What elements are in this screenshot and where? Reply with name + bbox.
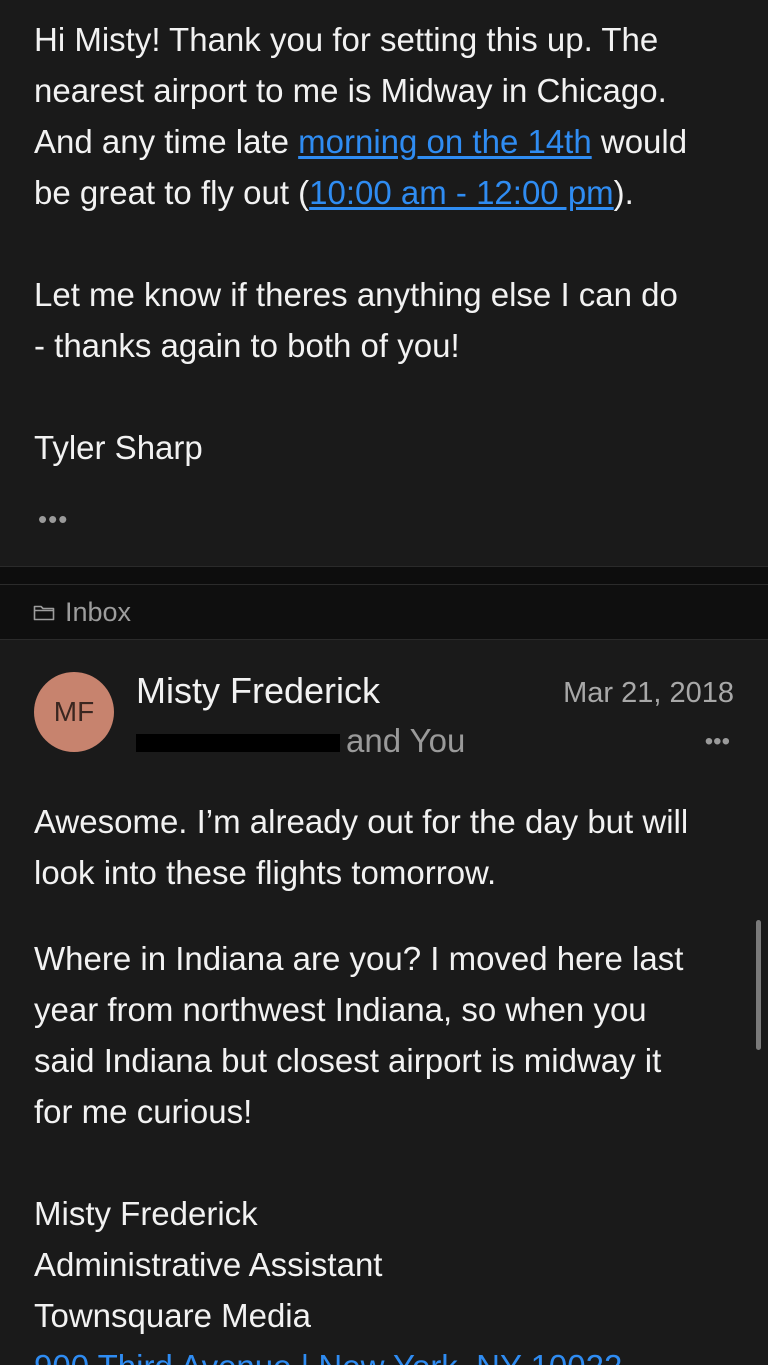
signature-title: Administrative Assistant xyxy=(34,1246,383,1283)
body-line: look into these flights tomorrow. xyxy=(34,854,497,891)
body-text: ). xyxy=(613,174,634,211)
show-quoted-text-button[interactable]: ••• xyxy=(38,506,68,532)
signature: Tyler Sharp xyxy=(34,429,203,466)
message-body: Awesome. I’m already out for the day but… xyxy=(34,796,734,1365)
message-more-options-button[interactable]: ••• xyxy=(705,730,730,754)
message-separator xyxy=(0,566,768,585)
body-line: said Indiana but closest airport is midw… xyxy=(34,1042,662,1079)
body-line: And any time late morning on the 14th wo… xyxy=(34,116,734,167)
signature-name: Misty Frederick xyxy=(34,1195,258,1232)
time-link[interactable]: 10:00 am - 12:00 pm xyxy=(309,174,614,211)
avatar-initials: MF xyxy=(53,696,95,727)
body-line: Awesome. I’m already out for the day but… xyxy=(34,803,689,840)
body-line: for me curious! xyxy=(34,1093,253,1130)
scrollbar[interactable] xyxy=(756,920,761,1050)
recipients-line[interactable]: and You xyxy=(136,722,465,760)
body-text: And any time late xyxy=(34,123,299,160)
email-thread-screen: Hi Misty! Thank you for setting this up.… xyxy=(0,0,768,1365)
redaction-bar xyxy=(136,734,340,753)
body-line: year from northwest Indiana, so when you xyxy=(34,991,647,1028)
body-line: be great to fly out (10:00 am - 12:00 pm… xyxy=(34,167,734,218)
body-text: would xyxy=(591,123,688,160)
body-line: Let me know if theres anything else I ca… xyxy=(34,276,678,313)
previous-message-body: Hi Misty! Thank you for setting this up.… xyxy=(34,14,734,473)
body-line: nearest airport to me is Midway in Chica… xyxy=(34,72,667,109)
address-link[interactable]: 900 Third Avenue | New York, NY 10022 xyxy=(34,1348,622,1365)
message-date: Mar 21, 2018 xyxy=(563,677,734,709)
recipients-text: and You xyxy=(346,722,466,759)
body-text: be great to fly out ( xyxy=(34,174,310,211)
body-line: Hi Misty! Thank you for setting this up.… xyxy=(34,21,659,58)
body-line: - thanks again to both of you! xyxy=(34,327,460,364)
date-link[interactable]: morning on the 14th xyxy=(298,123,592,160)
sender-name[interactable]: Misty Frederick xyxy=(136,670,380,712)
folder-label: Inbox xyxy=(65,596,132,627)
folder-bar: Inbox xyxy=(0,584,768,640)
body-line: Where in Indiana are you? I moved here l… xyxy=(34,940,684,977)
signature-company: Townsquare Media xyxy=(34,1297,311,1334)
signature-address-link[interactable]: 900 Third Avenue | New York, NY 10022 xyxy=(34,1341,734,1365)
folder-icon xyxy=(33,605,55,621)
avatar[interactable]: MF xyxy=(34,672,114,752)
